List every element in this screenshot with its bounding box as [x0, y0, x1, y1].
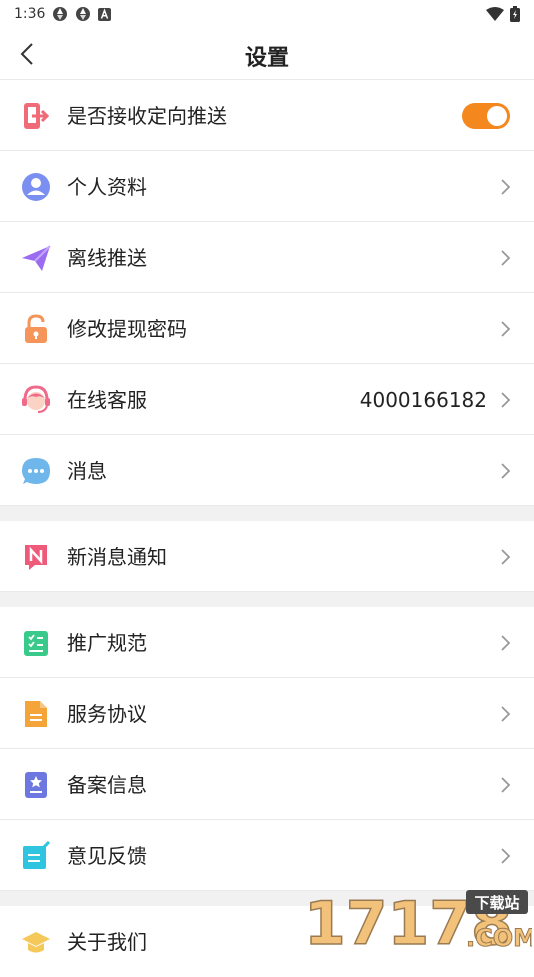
row-label: 推广规范 — [67, 631, 147, 655]
row-feedback[interactable]: 意见反馈 — [0, 820, 534, 891]
chat-bubble-icon — [22, 458, 50, 484]
wifi-icon — [486, 7, 504, 21]
graduation-cap-icon — [22, 932, 50, 953]
row-label: 消息 — [67, 459, 107, 483]
section-divider — [0, 592, 534, 607]
status-bar: 1:36 — [0, 0, 534, 28]
edit-note-icon — [23, 841, 51, 869]
row-customer-service[interactable]: 在线客服 4000166182 — [0, 364, 534, 435]
chevron-right-icon — [501, 635, 511, 651]
chevron-right-icon — [501, 777, 511, 793]
section-divider — [0, 506, 534, 521]
row-change-password[interactable]: 修改提现密码 — [0, 293, 534, 364]
user-avatar-icon — [22, 173, 50, 201]
app-a-icon — [98, 7, 112, 21]
row-offline-push[interactable]: 离线推送 — [0, 222, 534, 293]
certificate-star-icon — [25, 772, 47, 798]
checklist-icon — [24, 631, 48, 656]
chevron-right-icon — [501, 848, 511, 864]
watermark-suffix: .COM — [466, 924, 532, 950]
row-messages[interactable]: 消息 — [0, 435, 534, 506]
chevron-right-icon — [501, 549, 511, 565]
chevron-right-icon — [501, 250, 511, 266]
status-time: 1:36 — [14, 6, 46, 22]
row-label: 意见反馈 — [67, 844, 147, 868]
chevron-right-icon — [501, 392, 511, 408]
chevron-right-icon — [501, 463, 511, 479]
page-title: 设置 — [244, 46, 289, 71]
lock-icon — [25, 314, 47, 343]
row-filing-info[interactable]: 备案信息 — [0, 749, 534, 820]
row-label: 关于我们 — [67, 930, 147, 954]
row-label: 修改提现密码 — [67, 317, 187, 341]
row-label: 离线推送 — [67, 246, 147, 270]
row-targeted-push: 是否接收定向推送 — [0, 80, 534, 151]
site-watermark: 17178 下载站 .COM — [303, 888, 532, 950]
customer-service-agent-icon — [22, 385, 50, 413]
row-label: 个人资料 — [67, 175, 147, 199]
row-new-message-notification[interactable]: 新消息通知 — [0, 521, 534, 592]
watermark-tag: 下载站 — [474, 894, 519, 912]
row-label: 服务协议 — [67, 702, 147, 726]
row-label: 是否接收定向推送 — [67, 104, 227, 128]
targeted-push-toggle[interactable] — [462, 103, 510, 129]
row-profile[interactable]: 个人资料 — [0, 151, 534, 222]
row-label: 备案信息 — [67, 773, 147, 797]
paper-plane-icon — [22, 245, 51, 271]
aperture-icon — [53, 7, 68, 21]
chevron-right-icon — [501, 706, 511, 722]
document-icon — [25, 701, 47, 727]
service-phone-number: 4000166182 — [359, 388, 487, 412]
chevron-right-icon — [501, 321, 511, 337]
row-promotion-rules[interactable]: 推广规范 — [0, 607, 534, 678]
aperture-icon — [76, 7, 91, 21]
toggle-knob — [487, 106, 507, 126]
push-exit-icon — [24, 103, 50, 129]
row-label: 新消息通知 — [67, 545, 167, 569]
chevron-right-icon — [501, 179, 511, 195]
row-service-agreement[interactable]: 服务协议 — [0, 678, 534, 749]
battery-icon — [510, 6, 520, 22]
app-header: 设置 — [0, 28, 534, 80]
notification-n-icon — [25, 545, 47, 570]
row-label: 在线客服 — [67, 388, 147, 412]
